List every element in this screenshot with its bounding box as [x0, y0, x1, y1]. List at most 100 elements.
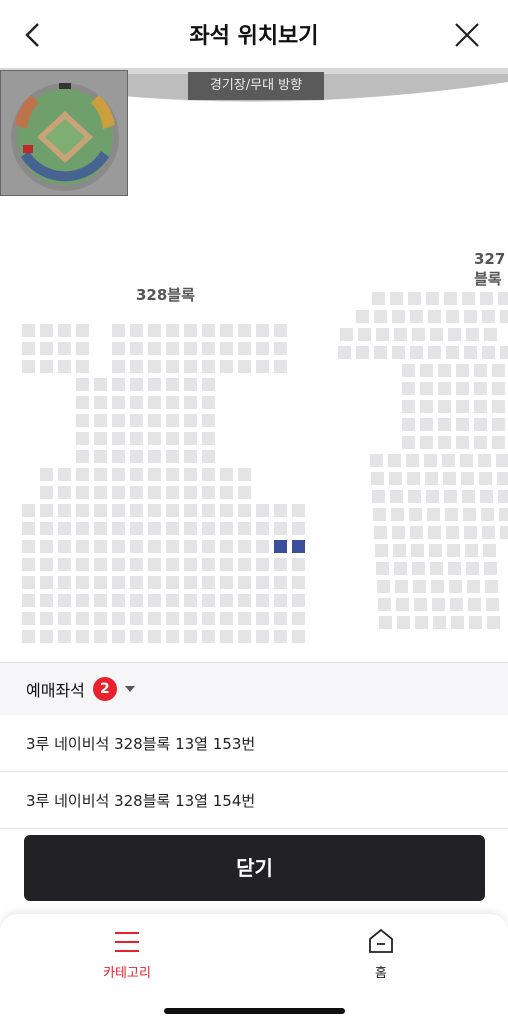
- seat[interactable]: [184, 576, 197, 589]
- seat[interactable]: [94, 522, 107, 535]
- seat[interactable]: [40, 360, 53, 373]
- seat[interactable]: [148, 324, 161, 337]
- seat[interactable]: [130, 432, 143, 445]
- seat[interactable]: [76, 558, 89, 571]
- seat[interactable]: [256, 594, 269, 607]
- seat[interactable]: [166, 612, 179, 625]
- seat[interactable]: [468, 598, 481, 611]
- seat[interactable]: [184, 432, 197, 445]
- seat[interactable]: [22, 522, 35, 535]
- seat[interactable]: [220, 324, 233, 337]
- seat[interactable]: [130, 360, 143, 373]
- seat[interactable]: [497, 472, 508, 485]
- seat[interactable]: [166, 540, 179, 553]
- seat[interactable]: [446, 526, 459, 539]
- seat[interactable]: [274, 324, 287, 337]
- seat[interactable]: [500, 526, 508, 539]
- seat[interactable]: [464, 310, 477, 323]
- seat[interactable]: [274, 576, 287, 589]
- seat[interactable]: [94, 396, 107, 409]
- seat[interactable]: [166, 594, 179, 607]
- seat[interactable]: [40, 468, 53, 481]
- seat[interactable]: [238, 324, 251, 337]
- seat[interactable]: [202, 342, 215, 355]
- seat[interactable]: [76, 468, 89, 481]
- seat[interactable]: [94, 504, 107, 517]
- seat[interactable]: [220, 594, 233, 607]
- seat[interactable]: [76, 450, 89, 463]
- seat[interactable]: [112, 342, 125, 355]
- seat[interactable]: [166, 324, 179, 337]
- seat[interactable]: [148, 540, 161, 553]
- seat[interactable]: [427, 508, 440, 521]
- seat[interactable]: [112, 522, 125, 535]
- selected-seat[interactable]: [274, 540, 287, 553]
- seat[interactable]: [130, 486, 143, 499]
- seat[interactable]: [432, 598, 445, 611]
- seat[interactable]: [238, 558, 251, 571]
- seat[interactable]: [358, 328, 371, 341]
- seat[interactable]: [373, 508, 386, 521]
- seat[interactable]: [130, 630, 143, 643]
- seat[interactable]: [238, 486, 251, 499]
- seat[interactable]: [94, 486, 107, 499]
- seat[interactable]: [94, 576, 107, 589]
- seat[interactable]: [438, 400, 451, 413]
- seat[interactable]: [76, 522, 89, 535]
- seat[interactable]: [148, 558, 161, 571]
- seat[interactable]: [463, 508, 476, 521]
- seat[interactable]: [166, 468, 179, 481]
- seat[interactable]: [390, 490, 403, 503]
- seat[interactable]: [94, 468, 107, 481]
- seat[interactable]: [148, 378, 161, 391]
- seat[interactable]: [112, 450, 125, 463]
- seat[interactable]: [238, 468, 251, 481]
- seat[interactable]: [456, 436, 469, 449]
- seat[interactable]: [478, 454, 491, 467]
- seat[interactable]: [148, 468, 161, 481]
- seat[interactable]: [407, 472, 420, 485]
- seat[interactable]: [256, 540, 269, 553]
- seat[interactable]: [166, 504, 179, 517]
- seat[interactable]: [438, 364, 451, 377]
- seat[interactable]: [486, 598, 499, 611]
- seat[interactable]: [148, 396, 161, 409]
- seat[interactable]: [256, 324, 269, 337]
- seat[interactable]: [292, 504, 305, 517]
- seat[interactable]: [58, 522, 71, 535]
- seat[interactable]: [492, 418, 505, 431]
- seat[interactable]: [438, 382, 451, 395]
- seat[interactable]: [130, 612, 143, 625]
- nav-category[interactable]: 카테고리: [67, 926, 187, 981]
- seat[interactable]: [402, 400, 415, 413]
- seat[interactable]: [220, 486, 233, 499]
- seat[interactable]: [184, 414, 197, 427]
- seat[interactable]: [238, 594, 251, 607]
- seat[interactable]: [448, 328, 461, 341]
- seat[interactable]: [389, 472, 402, 485]
- seat[interactable]: [402, 418, 415, 431]
- seat[interactable]: [256, 504, 269, 517]
- seat[interactable]: [148, 504, 161, 517]
- seat[interactable]: [391, 508, 404, 521]
- seat[interactable]: [76, 594, 89, 607]
- seat[interactable]: [500, 310, 508, 323]
- seat[interactable]: [492, 364, 505, 377]
- seat[interactable]: [112, 558, 125, 571]
- seat[interactable]: [94, 414, 107, 427]
- seat[interactable]: [426, 490, 439, 503]
- seat[interactable]: [238, 342, 251, 355]
- seat[interactable]: [406, 454, 419, 467]
- seat[interactable]: [448, 562, 461, 575]
- close-icon[interactable]: [452, 20, 482, 50]
- seat[interactable]: [256, 342, 269, 355]
- seat[interactable]: [446, 346, 459, 359]
- seat[interactable]: [392, 526, 405, 539]
- seat[interactable]: [148, 576, 161, 589]
- seat[interactable]: [202, 486, 215, 499]
- seat[interactable]: [256, 360, 269, 373]
- seat[interactable]: [202, 594, 215, 607]
- seat[interactable]: [202, 396, 215, 409]
- seat[interactable]: [58, 342, 71, 355]
- seat[interactable]: [456, 364, 469, 377]
